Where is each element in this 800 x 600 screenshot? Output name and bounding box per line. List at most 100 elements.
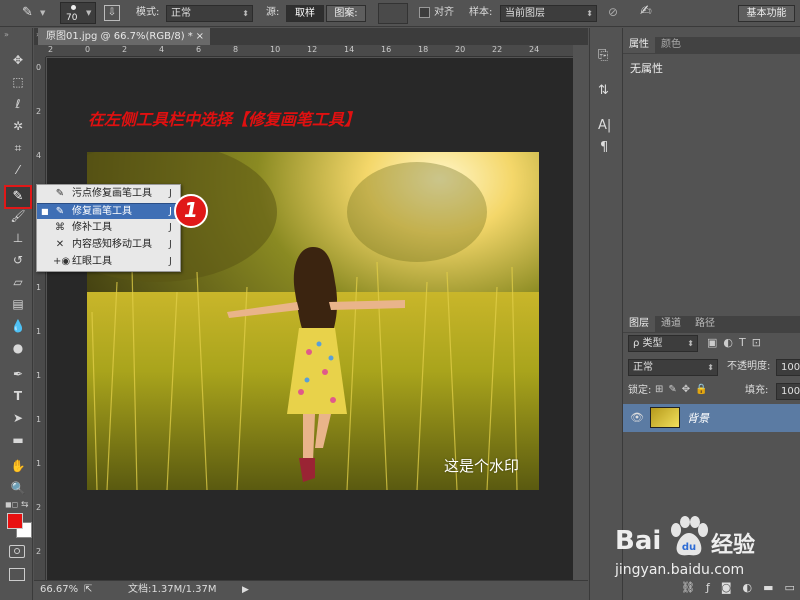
path-selection-tool-icon[interactable]: ➤ [8, 408, 28, 428]
swap-colors-icon[interactable]: ⇆ [21, 500, 29, 510]
document-tab[interactable]: 原图01.jpg @ 66.7%(RGB/8) * × [38, 28, 210, 45]
screen-mode-icon[interactable] [9, 568, 25, 581]
zoom-level[interactable]: 66.67% [40, 581, 78, 599]
character-panel-icon[interactable]: A| [598, 118, 616, 138]
mode-label: 模式: [136, 7, 160, 18]
rectangle-tool-icon[interactable]: ▬ [8, 430, 28, 450]
foreground-color-swatch[interactable] [7, 513, 23, 529]
baidu-brand-text: Bai [615, 526, 662, 556]
crop-tool-icon[interactable]: ⌗ [8, 138, 28, 158]
source-pattern-button[interactable]: 图案: [326, 5, 366, 22]
lock-icons[interactable]: ⊞✎✥🔒 [655, 384, 713, 395]
eyedropper-tool-icon[interactable]: ⁄ [8, 160, 28, 180]
move-tool-icon[interactable]: ✥ [8, 50, 28, 70]
lasso-tool-icon[interactable]: ℓ [8, 94, 28, 114]
tab-color[interactable]: 颜色 [655, 37, 687, 53]
mode-select[interactable]: 正常 ⬍ [166, 5, 253, 22]
ruler-tick-label: 1 [36, 415, 42, 424]
collapse-icon[interactable]: » [4, 30, 9, 39]
default-colors-icon[interactable]: ◼◻ [5, 500, 18, 509]
menu-item-healing-brush[interactable]: ■ ✎ 修复画笔工具 J [37, 203, 180, 219]
ruler-tick-label: 24 [529, 45, 540, 54]
marquee-tool-icon[interactable]: ⬚ [8, 72, 28, 92]
menu-item-patch[interactable]: ⌘ 修补工具 J [37, 220, 180, 236]
layers-tabbar: 图层 通道 路径 [623, 316, 800, 333]
menu-item-spot-healing-brush[interactable]: ✎ 污点修复画笔工具 J [37, 186, 180, 202]
tab-layers[interactable]: 图层 [623, 316, 655, 332]
eraser-tool-icon[interactable]: ▱ [8, 272, 28, 292]
layer-row-background[interactable]: 👁 背景 [623, 404, 800, 432]
ignore-adjustment-layers-icon[interactable]: ⊘ [608, 5, 624, 21]
fill-input[interactable]: 100 [776, 383, 800, 400]
tab-properties[interactable]: 属性 [623, 37, 655, 53]
gradient-tool-icon[interactable]: ▤ [8, 294, 28, 314]
ruler-origin[interactable] [34, 45, 46, 57]
actions-panel-icon[interactable]: ⇅ [598, 83, 616, 103]
workspace-button[interactable]: 基本功能 [738, 5, 795, 22]
opacity-input[interactable]: 100 [776, 359, 800, 376]
shortcut-label: J [169, 256, 172, 267]
shortcut-label: J [169, 222, 172, 233]
menu-item-label: 红眼工具 [72, 256, 112, 267]
blur-tool-icon[interactable]: 💧 [8, 316, 28, 336]
status-bar: 66.67% ⇱ 文档:1.37M/1.37M ▶ [34, 580, 588, 600]
hand-tool-icon[interactable]: ✋ [8, 456, 28, 476]
pen-tool-icon[interactable]: ✒ [8, 364, 28, 384]
source-label: 源: [266, 7, 280, 18]
brush-size-picker[interactable]: 70 ▼ [60, 2, 96, 24]
brush-size-value: 70 [66, 13, 78, 23]
brush-dot-icon [71, 5, 76, 10]
opacity-label: 不透明度: [727, 361, 771, 372]
blend-mode-select[interactable]: 正常 ⬍ [628, 359, 718, 376]
zoom-tool-icon[interactable]: 🔍 [8, 478, 28, 498]
selected-bullet-icon: ■ [41, 207, 49, 216]
eye-visibility-icon[interactable]: 👁 [630, 411, 644, 424]
chevron-right-icon[interactable]: ▶ [242, 581, 249, 599]
history-brush-tool-icon[interactable]: ↺ [8, 250, 28, 270]
spot-healing-icon: ✎ [55, 188, 65, 199]
ruler-tick-label: 22 [492, 45, 503, 54]
ruler-tick-label: 12 [307, 45, 318, 54]
layer-filter-select[interactable]: ρ 类型 ⬍ [628, 335, 698, 352]
document-tab-title: 原图01.jpg @ 66.7%(RGB/8) * [46, 31, 193, 42]
type-tool-icon[interactable]: T [8, 386, 28, 406]
jingyan-url: jingyan.baidu.com [615, 562, 745, 578]
align-label: 对齐 [434, 7, 454, 18]
document-info: 文档:1.37M/1.37M [128, 584, 217, 595]
pressure-pen-icon[interactable]: ✍ [640, 3, 658, 21]
brush-panel-toggle-icon[interactable]: ⇩ [104, 5, 120, 21]
menu-item-red-eye[interactable]: +◉ 红眼工具 J [37, 254, 180, 270]
magic-wand-tool-icon[interactable]: ✲ [8, 116, 28, 136]
menu-item-content-aware-move[interactable]: ✕ 内容感知移动工具 J [37, 237, 180, 253]
share-icon[interactable]: ⇱ [84, 581, 92, 599]
layer-filter-icons[interactable]: ▣◐T⊡ [707, 336, 767, 349]
layer-name[interactable]: 背景 [687, 410, 709, 426]
sample-select[interactable]: 当前图层 ⬍ [500, 5, 597, 22]
brush-tool-icon[interactable]: 🖌 [8, 206, 28, 226]
bandage-icon: ✎ [12, 189, 24, 204]
dodge-tool-icon[interactable]: ● [8, 338, 28, 358]
pattern-picker[interactable] [378, 3, 408, 24]
ruler-tick-label: 8 [233, 45, 239, 54]
chevron-down-icon[interactable]: ▼ [40, 9, 45, 17]
align-checkbox[interactable] [419, 7, 430, 18]
healing-brush-icon: ✎ [55, 206, 65, 217]
ruler-tick-label: 2 [36, 547, 42, 556]
healing-tools-flyout-menu: ✎ 污点修复画笔工具 J ■ ✎ 修复画笔工具 J ⌘ 修补工具 J ✕ 内容感… [36, 184, 181, 272]
history-panel-icon[interactable]: ⎘ [598, 48, 616, 68]
jingyan-text: 经验 [711, 533, 756, 558]
clone-stamp-tool-icon[interactable]: ⊥ [8, 228, 28, 248]
healing-brush-tool-icon[interactable]: ✎ [22, 5, 36, 21]
tab-channels[interactable]: 通道 [655, 316, 687, 332]
quick-mask-icon[interactable] [9, 545, 25, 558]
close-icon[interactable]: × [196, 28, 204, 45]
ruler-tick-label: 1 [36, 459, 42, 468]
vertical-scrollbar[interactable] [573, 45, 588, 580]
ruler-tick-label: 20 [455, 45, 466, 54]
shortcut-label: J [169, 239, 172, 250]
shortcut-label: J [169, 206, 172, 217]
chevron-down-icon: ▼ [86, 9, 92, 17]
source-sampled-button[interactable]: 取样 [286, 5, 324, 22]
tab-paths[interactable]: 路径 [689, 316, 721, 332]
paragraph-panel-icon[interactable]: ¶ [600, 140, 618, 160]
